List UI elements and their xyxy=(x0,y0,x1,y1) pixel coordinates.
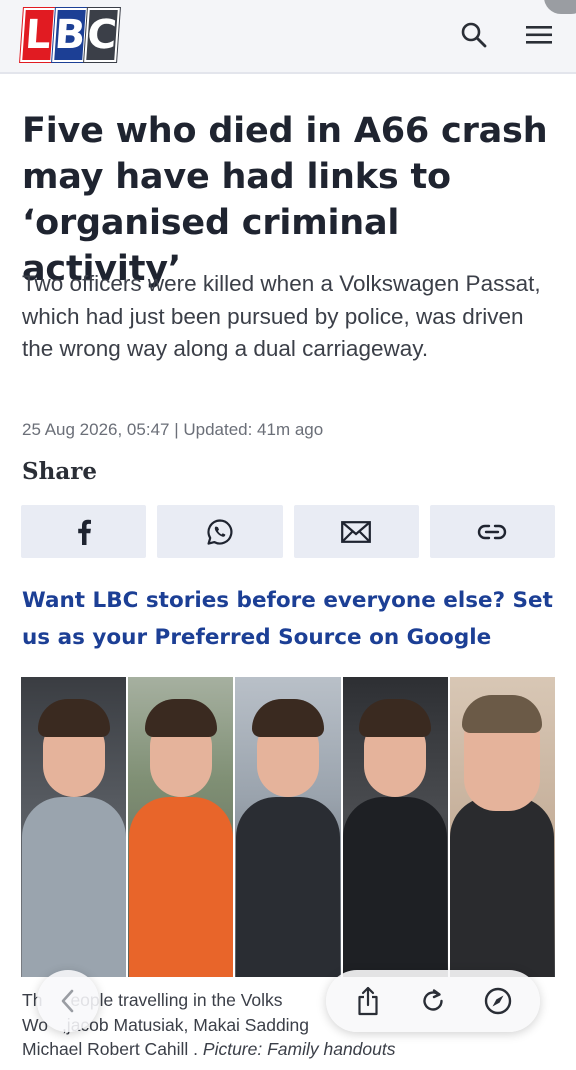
share-buttons xyxy=(21,505,555,558)
photo-panel xyxy=(235,677,341,977)
compass-icon xyxy=(484,987,511,1015)
logo-letter-c: C xyxy=(84,8,120,62)
whatsapp-icon xyxy=(207,518,233,545)
browser-corner-indicator xyxy=(544,0,576,14)
preferred-source-link[interactable]: Want LBC stories before everyone else? S… xyxy=(22,582,562,656)
chevron-left-icon xyxy=(61,989,74,1013)
share-whatsapp-button[interactable] xyxy=(157,505,283,558)
logo-letter-b: B xyxy=(52,8,88,62)
article-timestamp: 25 Aug 2026, 05:47 | Updated: 41m ago xyxy=(22,420,324,439)
photo-panel xyxy=(21,677,127,977)
article-headline: Five who died in A66 crash may have had … xyxy=(22,111,548,289)
menu-button[interactable] xyxy=(520,16,558,54)
share-copy-link-button[interactable] xyxy=(429,505,555,558)
link-icon xyxy=(478,524,507,539)
share-facebook-button[interactable] xyxy=(21,505,147,558)
search-button[interactable] xyxy=(455,16,493,54)
photo-panel xyxy=(449,677,556,977)
logo-letter-l: L xyxy=(20,8,56,62)
reload-icon xyxy=(423,989,443,1011)
photo-panel xyxy=(128,677,234,977)
caption-line: Michael Robert Cahill . Picture: Family … xyxy=(22,1037,554,1062)
browser-back-button[interactable] xyxy=(37,970,99,1032)
browser-compass-button[interactable] xyxy=(478,981,518,1021)
share-heading: Share xyxy=(22,458,97,485)
browser-reload-button[interactable] xyxy=(413,981,453,1021)
browser-toolbar xyxy=(326,970,540,1032)
facebook-icon xyxy=(77,519,91,545)
photo-panel xyxy=(342,677,448,977)
share-email-button[interactable] xyxy=(293,505,419,558)
email-icon xyxy=(341,520,372,543)
search-icon xyxy=(461,22,487,48)
share-icon xyxy=(358,986,378,1016)
article-lead-image xyxy=(21,677,556,977)
caption-credit: Picture: Family handouts xyxy=(202,1039,396,1059)
browser-share-button[interactable] xyxy=(348,981,388,1021)
lbc-logo[interactable]: L B C xyxy=(20,8,120,62)
site-header: L B C xyxy=(0,0,576,74)
hamburger-menu-icon xyxy=(526,26,552,44)
caption-names: Michael Robert Cahill . xyxy=(22,1039,203,1059)
article-standfirst: Two officers were killed when a Volkswag… xyxy=(22,271,541,361)
